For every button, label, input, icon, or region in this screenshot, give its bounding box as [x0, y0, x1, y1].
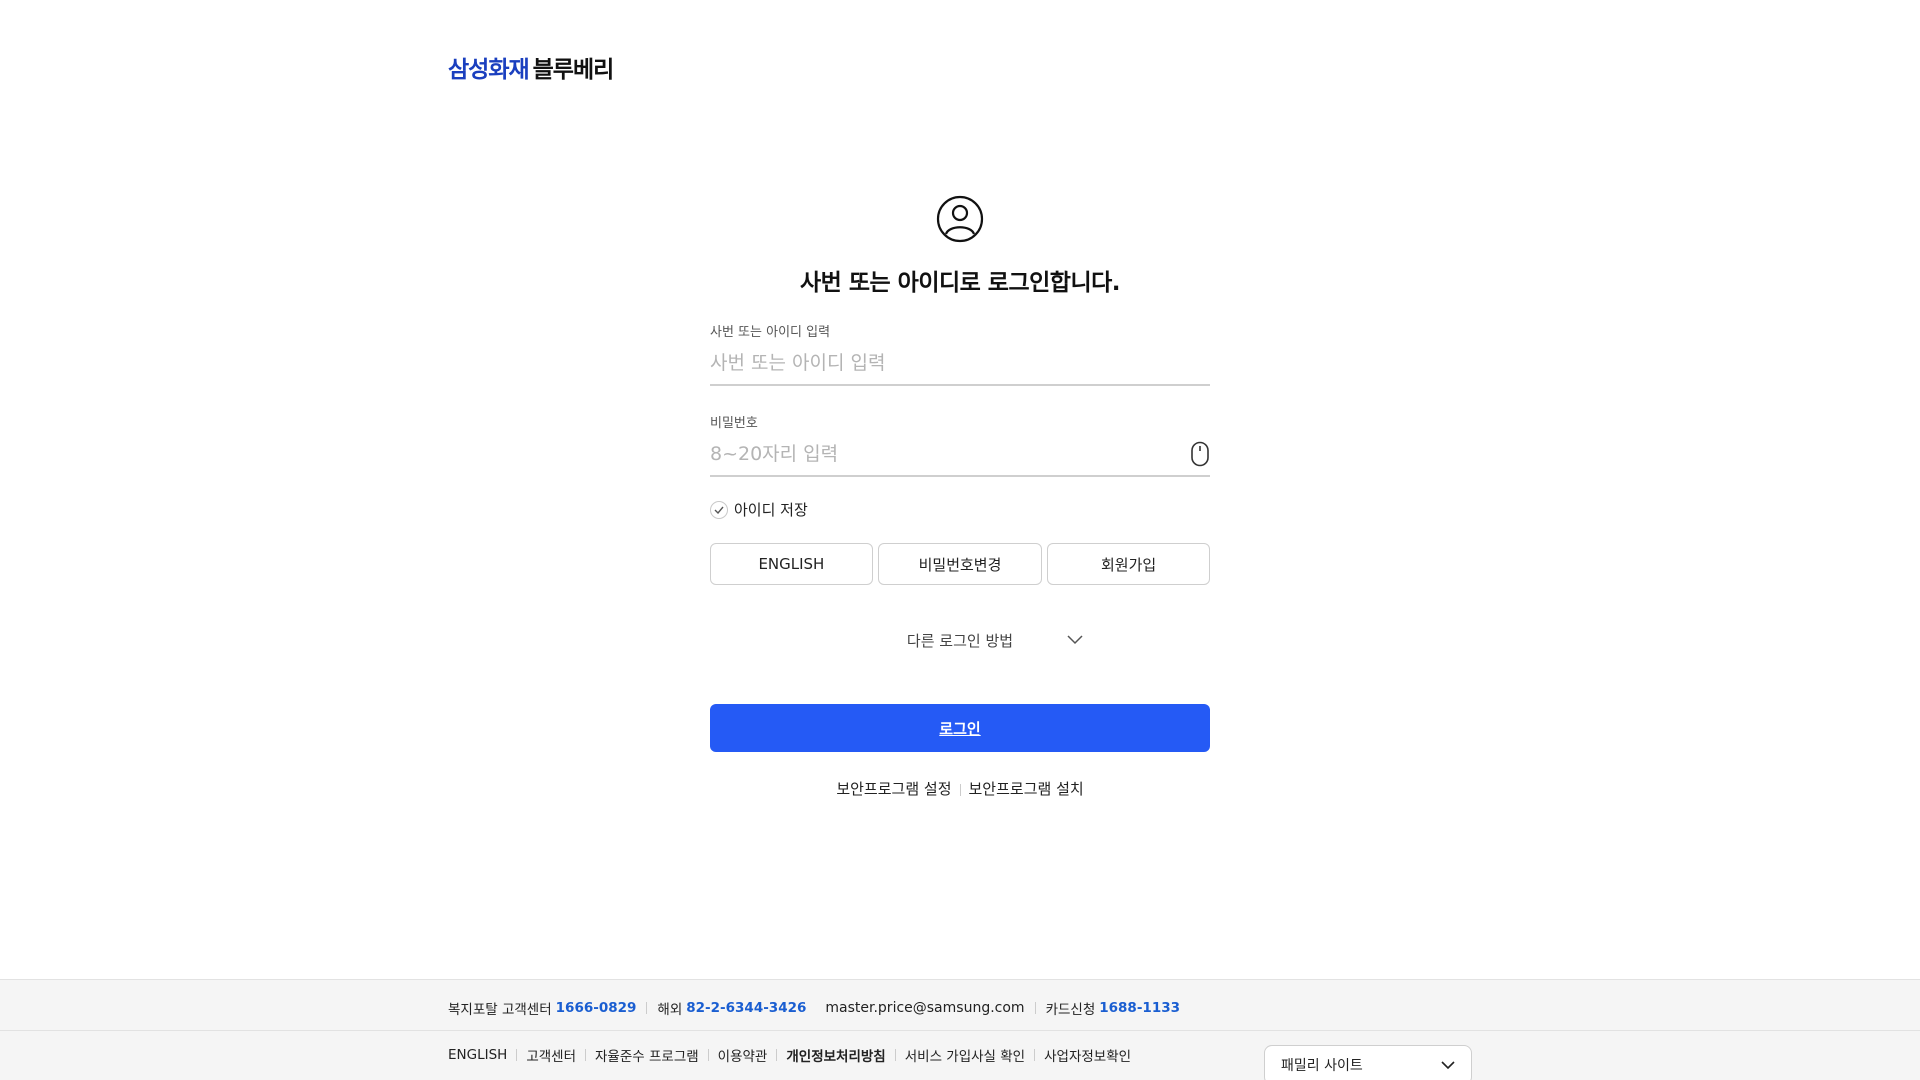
logo[interactable]: 삼성화재 블루베리: [448, 50, 615, 84]
id-label: 사번 또는 아이디 입력: [710, 325, 831, 340]
password-label: 비밀번호: [710, 416, 758, 431]
eye-icon[interactable]: [1190, 441, 1210, 467]
option-buttons: ENGLISH 비밀번호변경 회원가입: [710, 543, 1210, 585]
footer-link-english[interactable]: ENGLISH: [448, 1047, 507, 1063]
support-email[interactable]: master.price@samsung.com: [825, 1000, 1024, 1016]
chevron-down-icon: [1441, 1060, 1455, 1069]
footer-link-customer-center[interactable]: 고객센터: [526, 1045, 576, 1065]
footer-divider: [776, 1049, 778, 1061]
check-icon: [710, 500, 728, 519]
other-login-toggle[interactable]: 다른 로그인 방법: [710, 630, 1210, 651]
family-site-select[interactable]: 패밀리 사이트: [1264, 1045, 1472, 1080]
footer-divider: [585, 1049, 587, 1061]
footer-divider: [707, 1049, 709, 1061]
signup-button[interactable]: 회원가입: [1047, 543, 1210, 585]
welfare-center-number: 1666-0829: [555, 1000, 637, 1016]
footer-divider: [1034, 1049, 1036, 1061]
id-input[interactable]: [710, 342, 1210, 386]
footer-link-terms[interactable]: 이용약관: [718, 1045, 768, 1065]
security-links: 보안프로그램 설정 보안프로그램 설치: [710, 778, 1210, 799]
security-install-link[interactable]: 보안프로그램 설치: [969, 780, 1084, 798]
footer-link-compliance[interactable]: 자율준수 프로그램: [595, 1045, 699, 1065]
security-settings-link[interactable]: 보안프로그램 설정: [836, 780, 951, 798]
chevron-down-icon: [1067, 635, 1083, 645]
card-apply-label: 카드신청: [1045, 1002, 1096, 1018]
password-input[interactable]: [710, 433, 1210, 477]
footer-divider: [1034, 1002, 1036, 1014]
footer-divider: [516, 1049, 518, 1061]
card-apply-number: 1688-1133: [1099, 1000, 1180, 1016]
link-divider: [959, 783, 961, 796]
login-page: 삼성화재 블루베리 사번 또는 아이디로 로그인합니다. 사번 또는 아이디 입력…: [0, 0, 1920, 1080]
logo-brand: 삼성화재: [448, 57, 530, 83]
other-login-label: 다른 로그인 방법: [906, 632, 1014, 650]
family-site-label: 패밀리 사이트: [1281, 1058, 1363, 1074]
remember-id-label: 아이디 저장: [734, 501, 808, 519]
footer-separator: [0, 1030, 1920, 1031]
footer-divider: [646, 1002, 648, 1014]
footer: 복지포탈 고객센터 1666-0829 해외 82-2-6344-3426 ma…: [0, 979, 1920, 1080]
footer-contact: 복지포탈 고객센터 1666-0829 해외 82-2-6344-3426 ma…: [448, 998, 1180, 1018]
login-button[interactable]: 로그인: [710, 704, 1210, 752]
footer-link-privacy[interactable]: 개인정보처리방침: [786, 1045, 885, 1065]
footer-divider: [894, 1049, 896, 1061]
login-headline: 사번 또는 아이디로 로그인합니다.: [800, 270, 1121, 296]
password-field-group: 비밀번호: [710, 412, 1210, 477]
remember-id-checkbox[interactable]: 아이디 저장: [710, 499, 1210, 520]
user-circle-icon: [936, 195, 984, 243]
logo-product: 블루베리: [532, 57, 615, 83]
welfare-center-label: 복지포탈 고객센터: [448, 1002, 552, 1018]
english-button[interactable]: ENGLISH: [710, 543, 873, 585]
footer-link-business-info[interactable]: 사업자정보확인: [1044, 1045, 1131, 1065]
id-field-group: 사번 또는 아이디 입력: [710, 321, 1210, 386]
overseas-number: 82-2-6344-3426: [686, 1000, 807, 1016]
footer-links: ENGLISH 고객센터 자율준수 프로그램 이용약관 개인정보처리방침 서비스…: [448, 1045, 1131, 1065]
change-password-button[interactable]: 비밀번호변경: [877, 543, 1043, 585]
footer-link-service-check[interactable]: 서비스 가입사실 확인: [905, 1045, 1025, 1065]
overseas-label: 해외: [657, 1002, 683, 1018]
login-form: 사번 또는 아이디로 로그인합니다. 사번 또는 아이디 입력 비밀번호 아이디…: [710, 195, 1210, 799]
